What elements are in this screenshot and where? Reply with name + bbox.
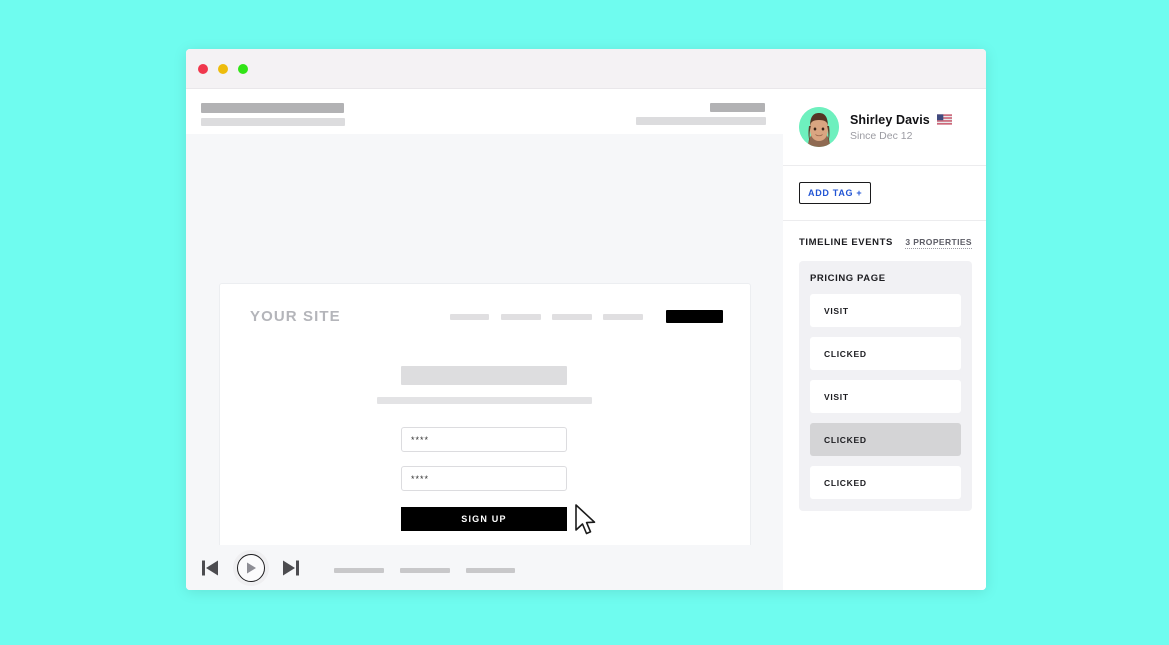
profile-row: Shirley Davis Since Dec 12: [783, 89, 986, 165]
timeline-section: TIMELINE EVENTS 3 PROPERTIES PRICING PAG…: [783, 221, 986, 511]
mouse-cursor-icon: [575, 504, 596, 535]
close-window-button[interactable]: [198, 64, 208, 74]
header-title-placeholder: [201, 103, 344, 113]
add-tag-button[interactable]: ADD TAG +: [799, 182, 872, 204]
replay-viewport: YOUR SITE **** **** SIGN UP: [186, 134, 783, 573]
hero-heading-placeholder: [401, 366, 567, 385]
site-nav-placeholder-3[interactable]: [552, 314, 592, 320]
profile-section: Shirley Davis Since Dec 12: [783, 89, 986, 166]
maximize-window-button[interactable]: [238, 64, 248, 74]
avatar[interactable]: [799, 107, 839, 147]
app-window: YOUR SITE **** **** SIGN UP Shirley Davi…: [186, 49, 986, 590]
timeline-segment-2[interactable]: [400, 568, 450, 573]
avatar-photo: [799, 107, 839, 147]
list-item[interactable]: VISIT: [810, 380, 961, 413]
timeline-title: TIMELINE EVENTS: [799, 237, 893, 248]
contact-name-row: Shirley Davis: [850, 113, 952, 127]
site-brand-label: YOUR SITE: [250, 308, 341, 325]
your-site-card: YOUR SITE **** **** SIGN UP: [219, 283, 751, 573]
hero-subtext-placeholder: [377, 397, 592, 404]
play-icon: [246, 562, 256, 573]
play-button[interactable]: [237, 553, 265, 582]
tags-section: ADD TAG +: [783, 166, 986, 221]
site-nav-placeholder-4[interactable]: [603, 314, 643, 320]
header-action-placeholder: [710, 103, 765, 112]
header-meta-placeholder: [636, 117, 766, 125]
signup-email-field[interactable]: ****: [401, 427, 567, 452]
session-replay-panel: YOUR SITE **** **** SIGN UP: [186, 89, 783, 590]
minimize-window-button[interactable]: [218, 64, 228, 74]
header-subtitle-placeholder: [201, 118, 345, 126]
replay-player-bar: [186, 545, 783, 590]
list-item[interactable]: VISIT: [810, 294, 961, 327]
next-event-button[interactable]: [282, 560, 299, 575]
contact-sidebar: Shirley Davis Since Dec 12 ADD TAG + TIM…: [783, 89, 986, 590]
contact-name: Shirley Davis: [850, 112, 930, 127]
site-nav-cta-button[interactable]: [666, 310, 723, 323]
sign-up-button[interactable]: SIGN UP: [401, 507, 567, 531]
profile-info: Shirley Davis Since Dec 12: [850, 113, 952, 142]
properties-link[interactable]: 3 PROPERTIES: [905, 237, 972, 249]
us-flag-icon: [936, 114, 952, 125]
list-item[interactable]: CLICKED: [810, 337, 961, 370]
timeline-segment-1[interactable]: [334, 568, 384, 573]
list-item[interactable]: CLICKED: [810, 466, 961, 499]
app-header-bar: [186, 89, 783, 134]
traffic-lights: [198, 64, 248, 74]
contact-since: Since Dec 12: [850, 129, 913, 142]
event-group: PRICING PAGE VISIT CLICKED VISIT CLICKED…: [799, 261, 972, 511]
event-group-title: PRICING PAGE: [810, 273, 886, 284]
play-button-halo: [233, 549, 269, 586]
site-nav-placeholder-2[interactable]: [501, 314, 541, 320]
window-titlebar: [186, 49, 986, 89]
signup-password-field[interactable]: ****: [401, 466, 567, 491]
previous-event-button[interactable]: [202, 560, 219, 575]
timeline-segment-3[interactable]: [466, 568, 515, 573]
list-item[interactable]: CLICKED: [810, 423, 961, 456]
timeline-header: TIMELINE EVENTS 3 PROPERTIES: [799, 237, 972, 249]
site-nav-placeholder-1[interactable]: [450, 314, 489, 320]
